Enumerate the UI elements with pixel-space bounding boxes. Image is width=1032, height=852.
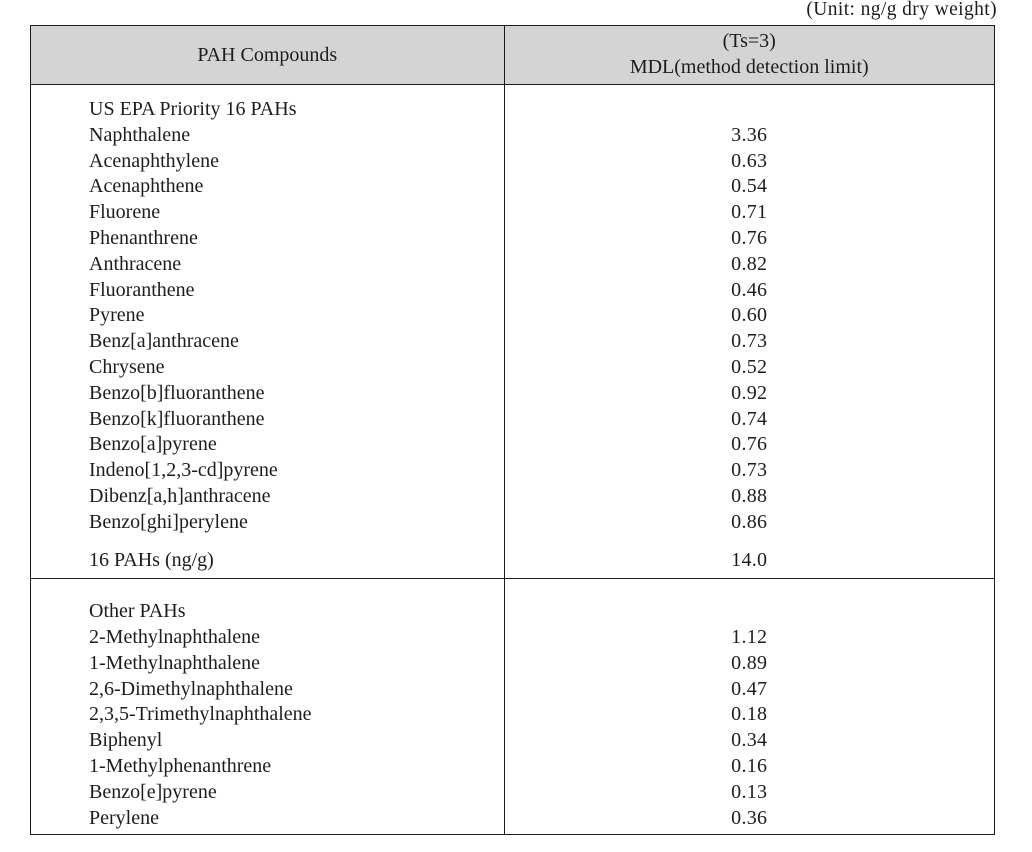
list-item: Fluorene: [89, 201, 161, 224]
mdl-value: 0.13: [731, 780, 768, 803]
summary-label-16-pahs: 16 PAHs (ng/g): [89, 548, 214, 571]
list-item: Benzo[ghi]perylene: [89, 510, 248, 533]
mdl-value: 0.92: [731, 381, 768, 404]
section-compounds-cell-1: US EPA Priority 16 PAHs Naphthalene Acen…: [31, 84, 505, 579]
list-item: 1-Methylphenanthrene: [89, 755, 272, 778]
mdl-value: 3.36: [731, 123, 768, 146]
mdl-value: 0.47: [731, 677, 768, 700]
section-title-value: [505, 599, 995, 625]
section-row-us-epa-priority-16-pahs: US EPA Priority 16 PAHs Naphthalene Acen…: [31, 84, 994, 579]
mdl-value: 0.76: [731, 433, 768, 456]
list-item: Chrysene: [89, 355, 165, 378]
list-item: Pyrene: [89, 304, 145, 327]
table-header: PAH Compounds (Ts=3) MDL(method detectio…: [31, 26, 994, 85]
pah-mdl-table-container: PAH Compounds (Ts=3) MDL(method detectio…: [30, 25, 995, 835]
column-header-mdl-line1: (Ts=3): [722, 30, 776, 53]
list-item: Dibenz[a,h]anthracene: [89, 484, 271, 507]
mdl-value: 0.63: [731, 149, 768, 172]
mdl-value: 0.76: [731, 226, 768, 249]
list-item: 2-Methylnaphthalene: [89, 626, 261, 649]
mdl-value: 1.12: [731, 626, 768, 649]
list-item: Benz[a]anthracene: [89, 330, 239, 353]
column-header-mdl-line2: MDL(method detection limit): [629, 56, 869, 78]
list-item: Benzo[b]fluoranthene: [89, 381, 265, 404]
list-item: Benzo[a]pyrene: [89, 433, 217, 456]
section-title-value: [505, 97, 995, 123]
section-compounds-cell-2: Other PAHs 2-Methylnaphthalene 1-Methyln…: [31, 578, 505, 834]
column-header-mdl: (Ts=3) MDL(method detection limit): [504, 26, 994, 85]
list-item: Phenanthrene: [89, 226, 198, 249]
list-item: 2,3,5-Trimethylnaphthalene: [89, 703, 312, 726]
mdl-value-list-1: 3.36 0.63 0.54 0.71 0.76 0.82 0.46 0.60 …: [505, 85, 995, 573]
list-item: Biphenyl: [89, 729, 163, 752]
list-item: Acenaphthylene: [89, 149, 219, 172]
summary-value-16-pahs: 14.0: [731, 548, 768, 571]
mdl-value-list-2: 1.12 0.89 0.47 0.18 0.34 0.16 0.13 0.36: [505, 579, 995, 831]
section-values-cell-2: 1.12 0.89 0.47 0.18 0.34 0.16 0.13 0.36: [504, 578, 995, 834]
mdl-value: 0.74: [731, 407, 768, 430]
section-row-other-pahs: Other PAHs 2-Methylnaphthalene 1-Methyln…: [31, 578, 995, 834]
page-root: (Unit: ng/g dry weight) PAH Compounds (T…: [0, 0, 1032, 852]
list-item: Anthracene: [89, 252, 182, 275]
list-item: Indeno[1,2,3-cd]pyrene: [89, 459, 278, 482]
mdl-value: 0.71: [731, 201, 768, 224]
header-row: PAH Compounds (Ts=3) MDL(method detectio…: [31, 26, 994, 85]
table-body: US EPA Priority 16 PAHs Naphthalene Acen…: [31, 84, 995, 834]
list-item: 2,6-Dimethylnaphthalene: [89, 677, 293, 700]
mdl-value: 0.36: [731, 806, 768, 829]
column-header-pah-compounds: PAH Compounds: [31, 26, 505, 85]
mdl-value: 0.73: [731, 459, 768, 482]
mdl-value: 0.89: [731, 651, 768, 674]
mdl-value: 0.54: [731, 175, 768, 198]
mdl-value: 0.88: [731, 484, 768, 507]
list-item: Perylene: [89, 806, 159, 829]
mdl-value: 0.34: [731, 729, 768, 752]
compound-name-list-2: Other PAHs 2-Methylnaphthalene 1-Methyln…: [31, 579, 504, 831]
section-title-us-epa-priority-16-pahs: US EPA Priority 16 PAHs: [89, 98, 297, 120]
list-item: Benzo[e]pyrene: [89, 780, 217, 803]
section-title-other-pahs: Other PAHs: [89, 600, 186, 623]
list-item: Naphthalene: [89, 123, 191, 146]
mdl-value: 0.60: [731, 304, 768, 327]
list-item: 1-Methylnaphthalene: [89, 651, 261, 674]
mdl-value: 0.52: [731, 355, 768, 378]
pah-mdl-table: PAH Compounds (Ts=3) MDL(method detectio…: [31, 26, 994, 834]
compound-name-list-1: US EPA Priority 16 PAHs Naphthalene Acen…: [31, 85, 504, 573]
mdl-value: 0.18: [731, 703, 768, 726]
mdl-value: 0.16: [731, 755, 768, 778]
mdl-value: 0.73: [731, 330, 768, 353]
mdl-value: 0.82: [731, 252, 768, 275]
list-item: Fluoranthene: [89, 278, 195, 301]
mdl-value: 0.86: [731, 510, 768, 533]
list-item: Acenaphthene: [89, 175, 204, 198]
section-values-cell-1: 3.36 0.63 0.54 0.71 0.76 0.82 0.46 0.60 …: [504, 85, 994, 579]
unit-caption: (Unit: ng/g dry weight): [806, 0, 997, 20]
list-item: Benzo[k]fluoranthene: [89, 407, 265, 430]
mdl-value: 0.46: [731, 278, 768, 301]
